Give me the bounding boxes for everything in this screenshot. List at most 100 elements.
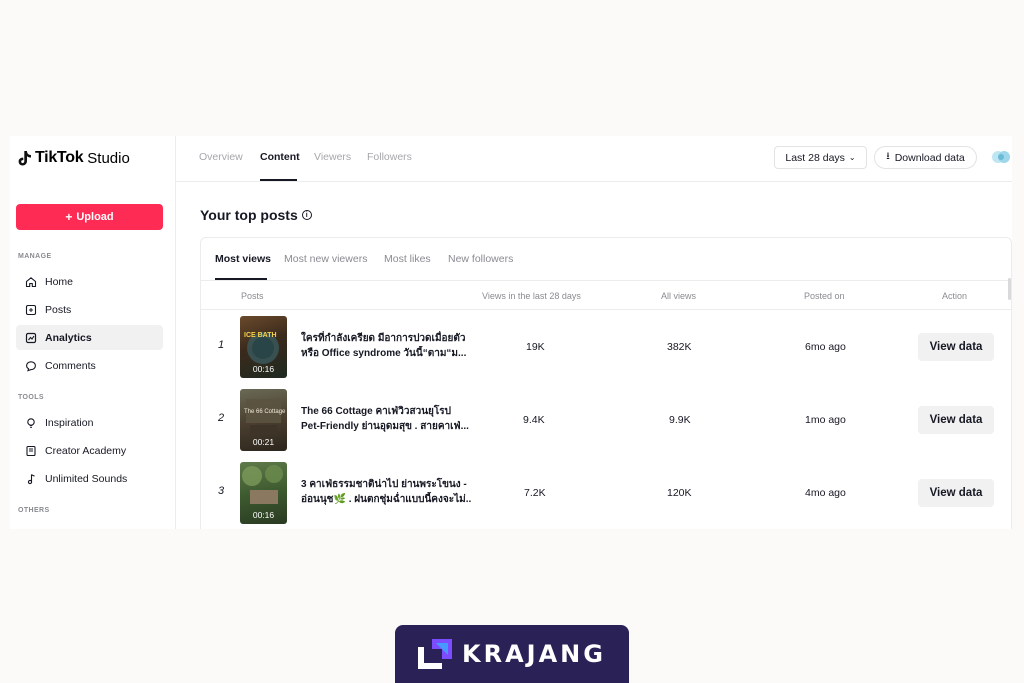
krajang-brand-text: KRAJANG bbox=[462, 640, 606, 668]
table-row[interactable]: 2 The 66 Cottage 00:21 The 66 Cottage คา… bbox=[201, 385, 1012, 455]
section-label-tools: TOOLS bbox=[18, 394, 44, 401]
page-title-text: Your top posts bbox=[200, 207, 298, 223]
rank-number: 1 bbox=[218, 339, 225, 351]
top-posts-card: Most views Most new viewers Most likes N… bbox=[200, 237, 1012, 529]
all-views-value: 382K bbox=[667, 341, 692, 353]
sidebar-item-label: Creator Academy bbox=[45, 444, 127, 457]
post-title-line: The 66 Cottage คาเฟ่วิวสวนยุโรป bbox=[301, 406, 451, 417]
home-icon bbox=[25, 276, 37, 287]
sidebar-item-label: Posts bbox=[45, 303, 72, 316]
posted-on-value: 6mo ago bbox=[805, 341, 846, 353]
divider bbox=[201, 309, 1012, 310]
upload-label: Upload bbox=[76, 211, 114, 223]
info-icon[interactable]: i bbox=[301, 210, 312, 220]
logo-product: Studio bbox=[87, 149, 130, 167]
active-tab-indicator bbox=[260, 179, 297, 181]
tab-followers[interactable]: Followers bbox=[367, 151, 412, 163]
upload-button[interactable]: + Upload bbox=[16, 204, 163, 230]
subtab-most-likes[interactable]: Most likes bbox=[384, 253, 431, 265]
table-row[interactable]: 3 00:16 3 คาเฟ่ธรรมชาติน่าไป ย่านพระโขนง… bbox=[201, 458, 1012, 528]
scrollbar[interactable] bbox=[1008, 278, 1011, 300]
sidebar-item-home[interactable]: Home bbox=[16, 269, 163, 294]
top-bar: Overview Content Viewers Followers Last … bbox=[176, 136, 1012, 182]
rank-number: 3 bbox=[218, 485, 225, 497]
sidebar-item-unlimited-sounds[interactable]: Unlimited Sounds bbox=[16, 466, 163, 491]
view-data-button[interactable]: View data bbox=[918, 406, 994, 434]
tiktok-studio-logo[interactable]: TikTok Studio bbox=[18, 148, 130, 168]
column-header-views-28d: Views in the last 28 days bbox=[482, 291, 581, 301]
post-title-line: หรือ Office syndrome วันนี้“ตาม“ม... bbox=[301, 348, 467, 359]
krajang-logo-icon bbox=[418, 639, 453, 669]
sidebar-item-label: Comments bbox=[45, 359, 96, 372]
views-28d-value: 9.4K bbox=[523, 414, 545, 426]
thumbnail-caption: ICE BATH bbox=[244, 332, 277, 339]
sidebar: TikTok Studio + Upload MANAGE Home Posts… bbox=[10, 136, 176, 529]
page-title: Your top posts i bbox=[200, 207, 312, 223]
all-views-value: 9.9K bbox=[669, 414, 691, 426]
view-data-button[interactable]: View data bbox=[918, 333, 994, 361]
rank-number: 2 bbox=[218, 412, 225, 424]
video-thumbnail[interactable]: The 66 Cottage 00:21 bbox=[240, 389, 287, 451]
download-icon: ⭳ bbox=[886, 151, 890, 162]
video-thumbnail[interactable]: ICE BATH 00:16 bbox=[240, 316, 287, 378]
section-label-others: OTHERS bbox=[18, 507, 50, 514]
section-label-manage: MANAGE bbox=[18, 253, 52, 260]
post-title-line: Pet-Friendly ย่านอุดมสุข . สายคาเฟ่... bbox=[301, 421, 469, 432]
tab-content[interactable]: Content bbox=[260, 151, 300, 163]
date-range-select[interactable]: Last 28 days ⌄ bbox=[774, 146, 867, 169]
post-title[interactable]: 3 คาเฟ่ธรรมชาติน่าไป ย่านพระโขนง - อ่อนน… bbox=[301, 477, 471, 507]
book-icon bbox=[26, 445, 36, 456]
post-title-line: 3 คาเฟ่ธรรมชาติน่าไป ย่านพระโขนง - bbox=[301, 479, 467, 490]
video-duration: 00:21 bbox=[252, 437, 275, 447]
video-duration: 00:16 bbox=[252, 364, 275, 374]
sidebar-item-creator-academy[interactable]: Creator Academy bbox=[16, 438, 163, 463]
divider bbox=[201, 280, 1012, 281]
post-title[interactable]: The 66 Cottage คาเฟ่วิวสวนยุโรป Pet-Frie… bbox=[301, 404, 471, 434]
download-data-button[interactable]: ⭳ Download data bbox=[874, 146, 977, 169]
sidebar-item-analytics[interactable]: Analytics bbox=[16, 325, 163, 350]
posts-icon bbox=[25, 304, 37, 315]
sidebar-item-posts[interactable]: Posts bbox=[16, 297, 163, 322]
date-range-label: Last 28 days bbox=[785, 151, 845, 164]
post-title-line: ใครที่กำลังเครียด มีอาการปวดเมื่อยตัว bbox=[301, 333, 466, 344]
download-label: Download data bbox=[894, 151, 965, 164]
tiktok-logo-icon bbox=[18, 151, 31, 166]
column-header-posted-on: Posted on bbox=[804, 291, 845, 301]
sidebar-item-inspiration[interactable]: Inspiration bbox=[16, 410, 163, 435]
sidebar-item-label: Analytics bbox=[45, 331, 92, 344]
sidebar-item-label: Unlimited Sounds bbox=[45, 472, 128, 485]
column-header-action: Action bbox=[942, 291, 968, 301]
subtab-most-new-viewers[interactable]: Most new viewers bbox=[284, 253, 367, 265]
comments-icon bbox=[26, 360, 36, 371]
analytics-icon bbox=[25, 332, 37, 343]
krajang-brand-badge: KRAJANG bbox=[395, 625, 629, 683]
logo-brand: TikTok bbox=[35, 149, 84, 166]
tiktok-studio-window: TikTok Studio + Upload MANAGE Home Posts… bbox=[10, 136, 1012, 529]
post-title-line: อ่อนนุช🌿 . ฝนตกชุ่มฉ่ำแบบนี้คงจะไม่... bbox=[301, 494, 471, 505]
view-data-button[interactable]: View data bbox=[918, 479, 994, 507]
avatar[interactable] bbox=[991, 149, 1011, 165]
video-thumbnail[interactable]: 00:16 bbox=[240, 462, 287, 524]
subtab-new-followers[interactable]: New followers bbox=[448, 253, 513, 265]
thumbnail-caption: The 66 Cottage bbox=[244, 409, 286, 415]
tab-viewers[interactable]: Viewers bbox=[314, 151, 351, 163]
posted-on-value: 4mo ago bbox=[805, 487, 846, 499]
views-28d-value: 7.2K bbox=[524, 487, 546, 499]
plus-icon: + bbox=[65, 210, 73, 224]
sidebar-item-comments[interactable]: Comments bbox=[16, 353, 163, 378]
chevron-down-icon: ⌄ bbox=[848, 153, 856, 162]
post-title[interactable]: ใครที่กำลังเครียด มีอาการปวดเมื่อยตัว หร… bbox=[301, 331, 471, 361]
views-28d-value: 19K bbox=[526, 341, 545, 353]
music-note-icon bbox=[27, 473, 35, 484]
sidebar-item-label: Home bbox=[45, 275, 74, 288]
column-header-posts: Posts bbox=[241, 291, 264, 301]
sidebar-item-label: Inspiration bbox=[45, 416, 94, 429]
lightbulb-icon bbox=[27, 417, 35, 428]
posted-on-value: 1mo ago bbox=[805, 414, 846, 426]
subtab-most-views[interactable]: Most views bbox=[215, 253, 271, 265]
video-duration: 00:16 bbox=[252, 510, 275, 520]
tab-overview[interactable]: Overview bbox=[199, 151, 243, 163]
column-header-all-views: All views bbox=[661, 291, 697, 301]
all-views-value: 120K bbox=[667, 487, 692, 499]
table-row[interactable]: 1 ICE BATH 00:16 ใครที่กำลังเครียด มีอาก… bbox=[201, 312, 1012, 382]
